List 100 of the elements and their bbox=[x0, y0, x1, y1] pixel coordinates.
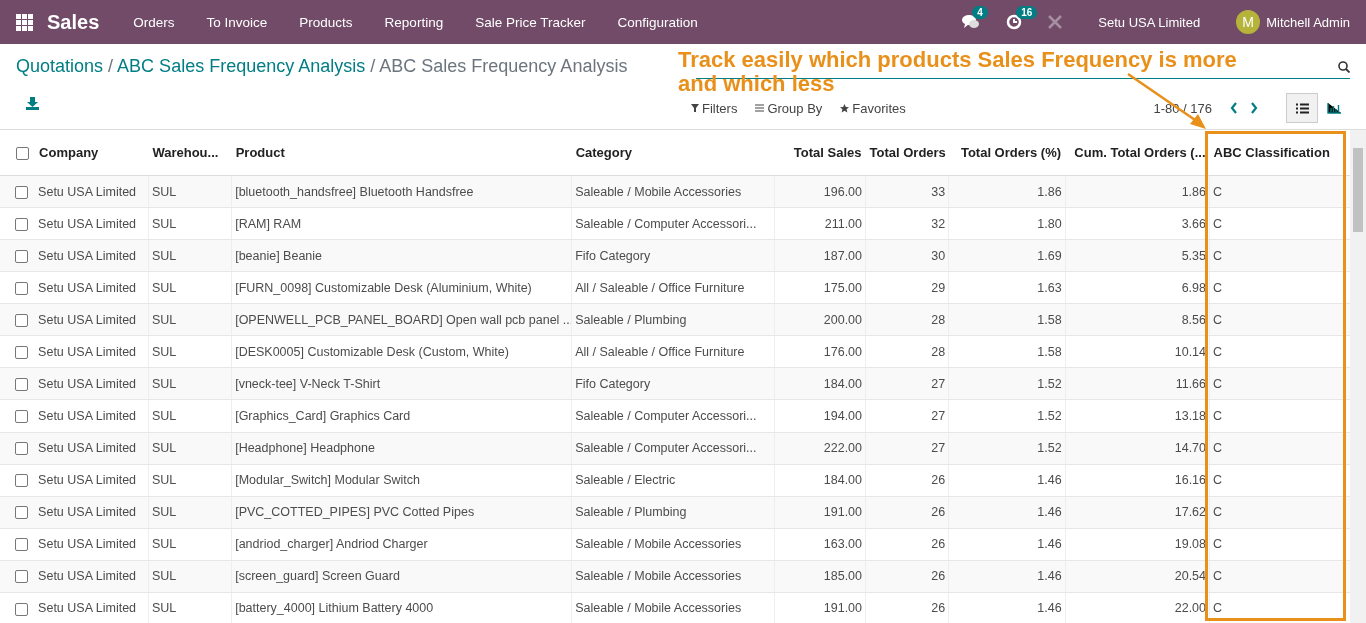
table-cell: SUL bbox=[148, 367, 232, 400]
menu-item[interactable]: Reporting bbox=[368, 14, 460, 30]
search-menu-button[interactable]: Group By bbox=[755, 100, 823, 116]
table-cell: [screen_guard] Screen Guard bbox=[231, 560, 572, 593]
table-cell: C bbox=[1209, 496, 1350, 529]
table-cell: 1.58 bbox=[948, 303, 1066, 336]
table-cell: Saleable / Mobile Accessories bbox=[571, 592, 775, 623]
search-icon[interactable] bbox=[1338, 61, 1350, 73]
table-cell: 27 bbox=[865, 367, 949, 400]
column-header[interactable]: Total Sales bbox=[774, 130, 866, 176]
row-checkbox[interactable] bbox=[15, 538, 28, 552]
table-cell: 222.00 bbox=[774, 432, 866, 465]
table-cell: SUL bbox=[148, 528, 232, 561]
table-cell: 1.86 bbox=[1065, 175, 1210, 208]
table-cell: 3.66 bbox=[1065, 207, 1210, 240]
company-switcher[interactable]: Setu USA Limited bbox=[1098, 14, 1201, 30]
table-cell: 1.46 bbox=[948, 560, 1066, 593]
table-cell: Saleable / Plumbing bbox=[571, 496, 775, 529]
column-header[interactable]: Total Orders (%) bbox=[948, 130, 1066, 176]
row-checkbox[interactable] bbox=[15, 410, 28, 424]
row-checkbox[interactable] bbox=[15, 474, 28, 488]
table-cell: 8.56 bbox=[1065, 303, 1210, 336]
search-menu-button[interactable]: Filters bbox=[691, 100, 738, 116]
menu-item[interactable]: Products bbox=[283, 14, 369, 30]
table-cell: C bbox=[1209, 367, 1350, 400]
apps-grid-icon[interactable] bbox=[16, 13, 33, 31]
chat-icon[interactable] bbox=[962, 14, 981, 30]
table-cell: 1.52 bbox=[948, 432, 1066, 465]
menu-item[interactable]: To Invoice bbox=[190, 14, 284, 30]
table-cell: Saleable / Electric bbox=[571, 464, 775, 497]
table-cell: [PVC_COTTED_PIPES] PVC Cotted Pipes bbox=[231, 496, 572, 529]
breadcrumb[interactable]: Quotations bbox=[16, 56, 104, 76]
table-cell: Setu USA Limited bbox=[35, 560, 149, 593]
menu-item[interactable]: Configuration bbox=[601, 14, 714, 30]
table-cell: 191.00 bbox=[774, 592, 866, 623]
row-checkbox[interactable] bbox=[15, 602, 28, 616]
column-header[interactable]: Category bbox=[571, 130, 775, 176]
row-checkbox[interactable] bbox=[15, 506, 28, 520]
table-cell: 13.18 bbox=[1065, 399, 1210, 432]
column-header[interactable]: Cum. Total Orders (... bbox=[1065, 130, 1210, 176]
table-cell: Setu USA Limited bbox=[35, 367, 149, 400]
table-cell: 176.00 bbox=[774, 335, 866, 368]
table-cell: 184.00 bbox=[774, 367, 866, 400]
scrollbar[interactable] bbox=[1350, 130, 1366, 623]
row-checkbox[interactable] bbox=[15, 570, 28, 584]
table-cell: 14.70 bbox=[1065, 432, 1210, 465]
row-checkbox[interactable] bbox=[15, 217, 28, 231]
table-cell: Setu USA Limited bbox=[35, 528, 149, 561]
table-cell: 26 bbox=[865, 560, 949, 593]
table-cell: SUL bbox=[148, 271, 232, 304]
table-cell: SUL bbox=[148, 592, 232, 623]
activity-count-badge: 16 bbox=[1016, 6, 1038, 19]
menu-item[interactable]: Orders bbox=[117, 14, 191, 30]
table-cell: SUL bbox=[148, 335, 232, 368]
user-name[interactable]: Mitchell Admin bbox=[1266, 14, 1350, 30]
download-icon[interactable] bbox=[26, 97, 39, 110]
column-header[interactable]: Warehou... bbox=[148, 130, 232, 176]
search-menu-button[interactable]: Favorites bbox=[840, 100, 906, 116]
row-checkbox[interactable] bbox=[15, 378, 28, 391]
row-checkbox[interactable] bbox=[15, 281, 28, 295]
table-cell: 185.00 bbox=[774, 560, 866, 593]
table-cell: 196.00 bbox=[774, 175, 866, 208]
table-cell: [battery_4000] Lithium Battery 4000 bbox=[231, 592, 572, 623]
menu-item[interactable]: Sale Price Tracker bbox=[459, 14, 602, 30]
table-cell: Fifo Category bbox=[571, 239, 775, 272]
table-cell: [RAM] RAM bbox=[231, 207, 572, 240]
row-checkbox[interactable] bbox=[15, 345, 28, 359]
table-cell: 26 bbox=[865, 464, 949, 497]
star-icon bbox=[840, 103, 850, 113]
table-cell: 32 bbox=[865, 207, 949, 240]
table-cell: 163.00 bbox=[774, 528, 866, 561]
row-checkbox[interactable] bbox=[15, 442, 28, 456]
column-header[interactable]: Total Orders bbox=[865, 130, 949, 176]
table-cell: 5.35 bbox=[1065, 239, 1210, 272]
lines-icon bbox=[755, 104, 765, 112]
table-cell: 1.58 bbox=[948, 335, 1066, 368]
table-cell: [beanie] Beanie bbox=[231, 239, 572, 272]
annotation-text: Track easily which products Sales Frequency is more and which less bbox=[678, 48, 1238, 96]
table-cell: 6.98 bbox=[1065, 271, 1210, 304]
list-view-button[interactable] bbox=[1286, 93, 1318, 123]
column-header[interactable]: Product bbox=[231, 130, 572, 176]
message-count-badge: 4 bbox=[972, 6, 988, 19]
previous-page-icon[interactable] bbox=[1230, 102, 1238, 114]
row-checkbox[interactable] bbox=[15, 185, 28, 199]
next-page-icon[interactable] bbox=[1250, 102, 1258, 114]
tools-icon[interactable] bbox=[1048, 15, 1063, 29]
table-cell: Setu USA Limited bbox=[35, 175, 149, 208]
clock-icon[interactable] bbox=[1006, 14, 1023, 30]
table-cell: Setu USA Limited bbox=[35, 432, 149, 465]
column-header[interactable]: Company bbox=[35, 130, 149, 176]
table-cell: C bbox=[1209, 239, 1350, 272]
select-all-checkbox[interactable] bbox=[16, 147, 29, 161]
row-checkbox[interactable] bbox=[15, 249, 28, 263]
table-cell: Setu USA Limited bbox=[35, 335, 149, 368]
app-title[interactable]: Sales bbox=[47, 10, 100, 34]
row-checkbox[interactable] bbox=[15, 313, 28, 327]
table-cell: [bluetooth_handsfree] Bluetooth Handsfree bbox=[231, 175, 572, 208]
table-cell: Setu USA Limited bbox=[35, 239, 149, 272]
table-cell: 1.69 bbox=[948, 239, 1066, 272]
breadcrumb[interactable]: ABC Sales Frequency Analysis bbox=[117, 56, 366, 76]
